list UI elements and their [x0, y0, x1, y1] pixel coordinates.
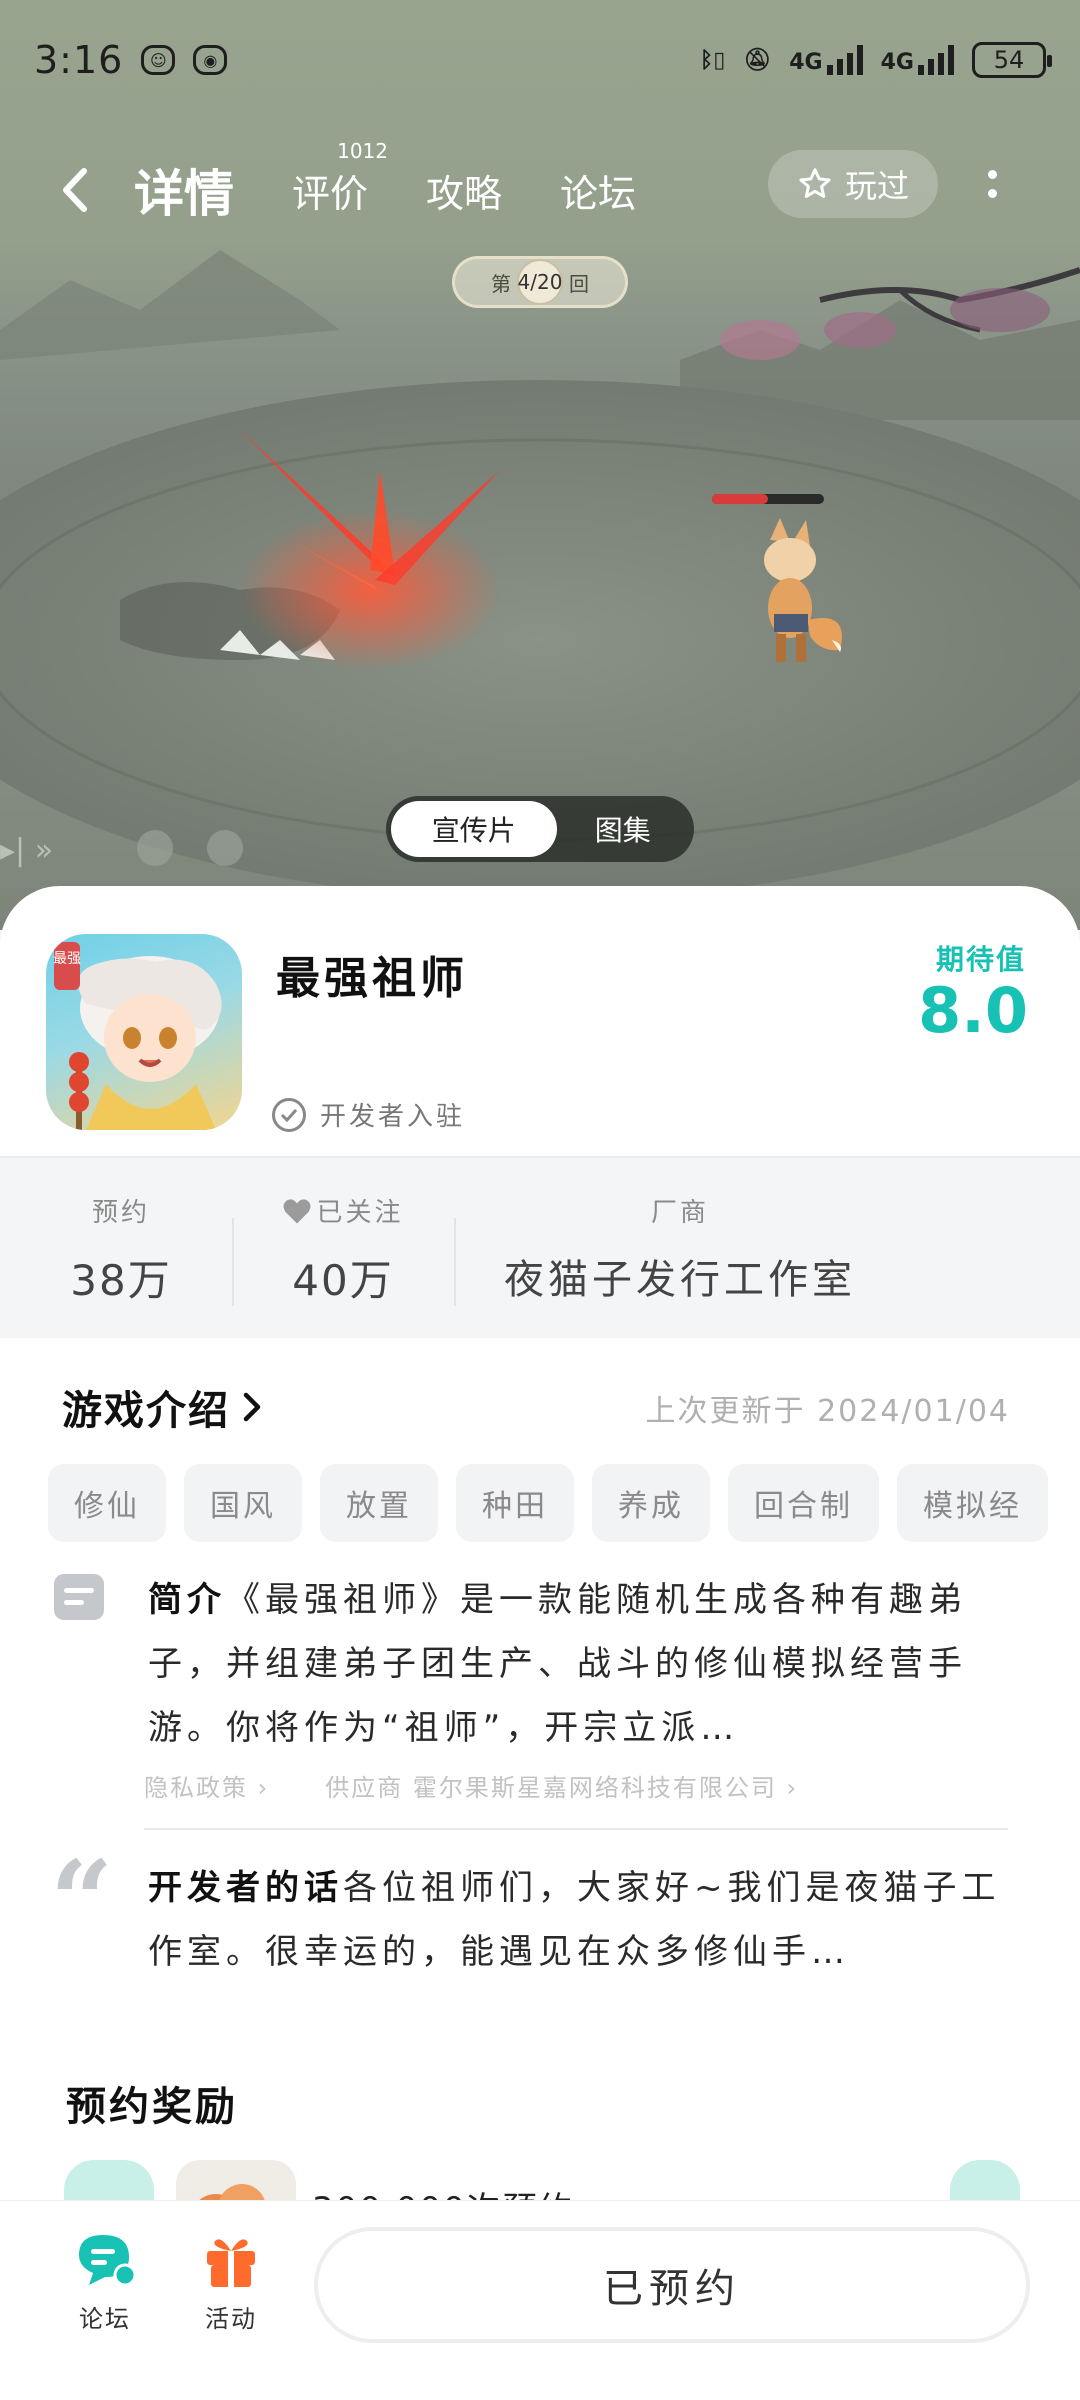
activity-button[interactable]: 活动: [176, 2231, 286, 2334]
svg-text:最强: 最强: [53, 951, 81, 967]
top-navigation: 详情 评价 1012 攻略 论坛 玩过: [0, 139, 1080, 240]
tab-guides[interactable]: 攻略: [422, 157, 506, 224]
developer-message[interactable]: 开发者的话各位祖师们，大家好~我们是夜猫子工作室。很幸运的，能遇见在众多修仙手…: [148, 1856, 1004, 1984]
episode-number: 4/20: [517, 259, 563, 305]
toggle-trailer[interactable]: 宣传片: [391, 801, 557, 857]
status-bar: 3:16 ☺ ◉ ᛒ▯ 🔕︎ 4G 4G 54: [0, 0, 1080, 120]
back-button[interactable]: [36, 150, 116, 230]
played-button[interactable]: 玩过: [768, 150, 938, 218]
mute-bell-icon: 🔕︎: [743, 47, 772, 73]
tag-item[interactable]: 回合制: [728, 1464, 879, 1542]
tab-reviews[interactable]: 评价 1012: [288, 139, 388, 224]
game-title: 最强祖师: [276, 953, 468, 1004]
played-label: 玩过: [844, 167, 909, 205]
chevron-left-icon: [63, 168, 87, 212]
divider: [144, 1828, 1008, 1830]
check-circle-icon: [272, 1097, 306, 1132]
stat-divider: [454, 1218, 456, 1306]
last-updated: 上次更新于 2024/01/04: [645, 1394, 1010, 1429]
notification-icon-2: ◉: [193, 45, 228, 75]
toggle-gallery[interactable]: 图集: [557, 801, 689, 857]
svg-text:▸| »: ▸| »: [0, 833, 53, 868]
media-toggle: 宣传片 图集: [386, 796, 694, 862]
tab-details[interactable]: 详情: [130, 148, 238, 232]
stat-publisher[interactable]: 厂商 夜猫子发行工作室: [480, 1192, 880, 1305]
provider-link[interactable]: 供应商 霍尔果斯星嘉网络科技有限公司 ›: [325, 1768, 798, 1803]
tab-bar: 详情 评价 1012 攻略 论坛: [130, 139, 640, 232]
game-description[interactable]: 简介《最强祖师》是一款能随机生成各种有趣弟子，并组建弟子团生产、战斗的修仙模拟经…: [148, 1568, 1004, 1760]
stat-reservations: 预约 38万: [70, 1198, 172, 1305]
developer-settled-badge: 开发者入驻: [272, 1096, 465, 1133]
review-count-badge: 1012: [337, 138, 389, 163]
description-icon: [54, 1574, 104, 1620]
intro-title[interactable]: 游戏介绍: [62, 1378, 264, 1436]
forum-button[interactable]: 论坛: [50, 2231, 160, 2334]
more-dot-icon: [987, 170, 997, 179]
bluetooth-icon: ᛒ▯: [700, 47, 726, 73]
tag-list: 修仙 国风 放置 种田 养成 回合制 模拟经: [48, 1464, 1058, 1544]
chevron-right-icon: [243, 1392, 261, 1422]
quote-icon: “: [50, 1836, 114, 1965]
notification-icon: ☺: [141, 45, 176, 75]
video-preview[interactable]: ▸| » 3:16 ☺ ◉ ᛒ▯ 🔕︎ 4G 4G 54 详情 评价 1012 …: [0, 0, 1080, 930]
signal-2: 4G: [881, 45, 954, 75]
tag-item[interactable]: 种田: [456, 1464, 574, 1542]
episode-badge: 第 4/20 回: [452, 256, 628, 308]
battery-indicator: 54: [972, 42, 1052, 78]
tag-item[interactable]: 模拟经: [897, 1464, 1048, 1542]
tag-item[interactable]: 修仙: [48, 1464, 166, 1542]
meta-links: 隐私政策 › 供应商 霍尔果斯星嘉网络科技有限公司 ›: [144, 1768, 798, 1803]
reward-title: 预约奖励: [66, 2084, 238, 2130]
more-options-button[interactable]: [970, 154, 1014, 214]
tag-item[interactable]: 放置: [320, 1464, 438, 1542]
game-icon[interactable]: 最强: [46, 934, 242, 1130]
game-icon-art: 最强: [53, 942, 222, 1130]
gift-icon: [207, 2239, 255, 2287]
stat-followed[interactable]: 已关注 40万: [268, 1192, 418, 1308]
privacy-policy-link[interactable]: 隐私政策 ›: [144, 1768, 269, 1803]
game-intro-card: 游戏介绍 上次更新于 2024/01/04 修仙 国风 放置 种田 养成 回合制…: [24, 1340, 1056, 2010]
bottom-action-bar: 论坛 活动 已预约: [0, 2200, 1080, 2400]
tab-forum[interactable]: 论坛: [556, 157, 640, 224]
star-icon: [799, 168, 831, 198]
stat-divider: [232, 1218, 234, 1306]
heart-icon: [284, 1198, 311, 1223]
tag-item[interactable]: 养成: [592, 1464, 710, 1542]
tag-item[interactable]: 国风: [184, 1464, 302, 1542]
reserved-button[interactable]: 已预约: [314, 2227, 1030, 2343]
status-time: 3:16: [34, 38, 124, 82]
expectation-label: 期待值: [935, 943, 1026, 976]
stats-band: 预约 38万 已关注 40万 厂商 夜猫子发行工作室: [0, 1158, 1080, 1338]
expectation-score: 8.0: [918, 974, 1028, 1047]
signal-1: 4G: [789, 45, 863, 75]
chat-bubble-icon: [79, 2235, 137, 2287]
